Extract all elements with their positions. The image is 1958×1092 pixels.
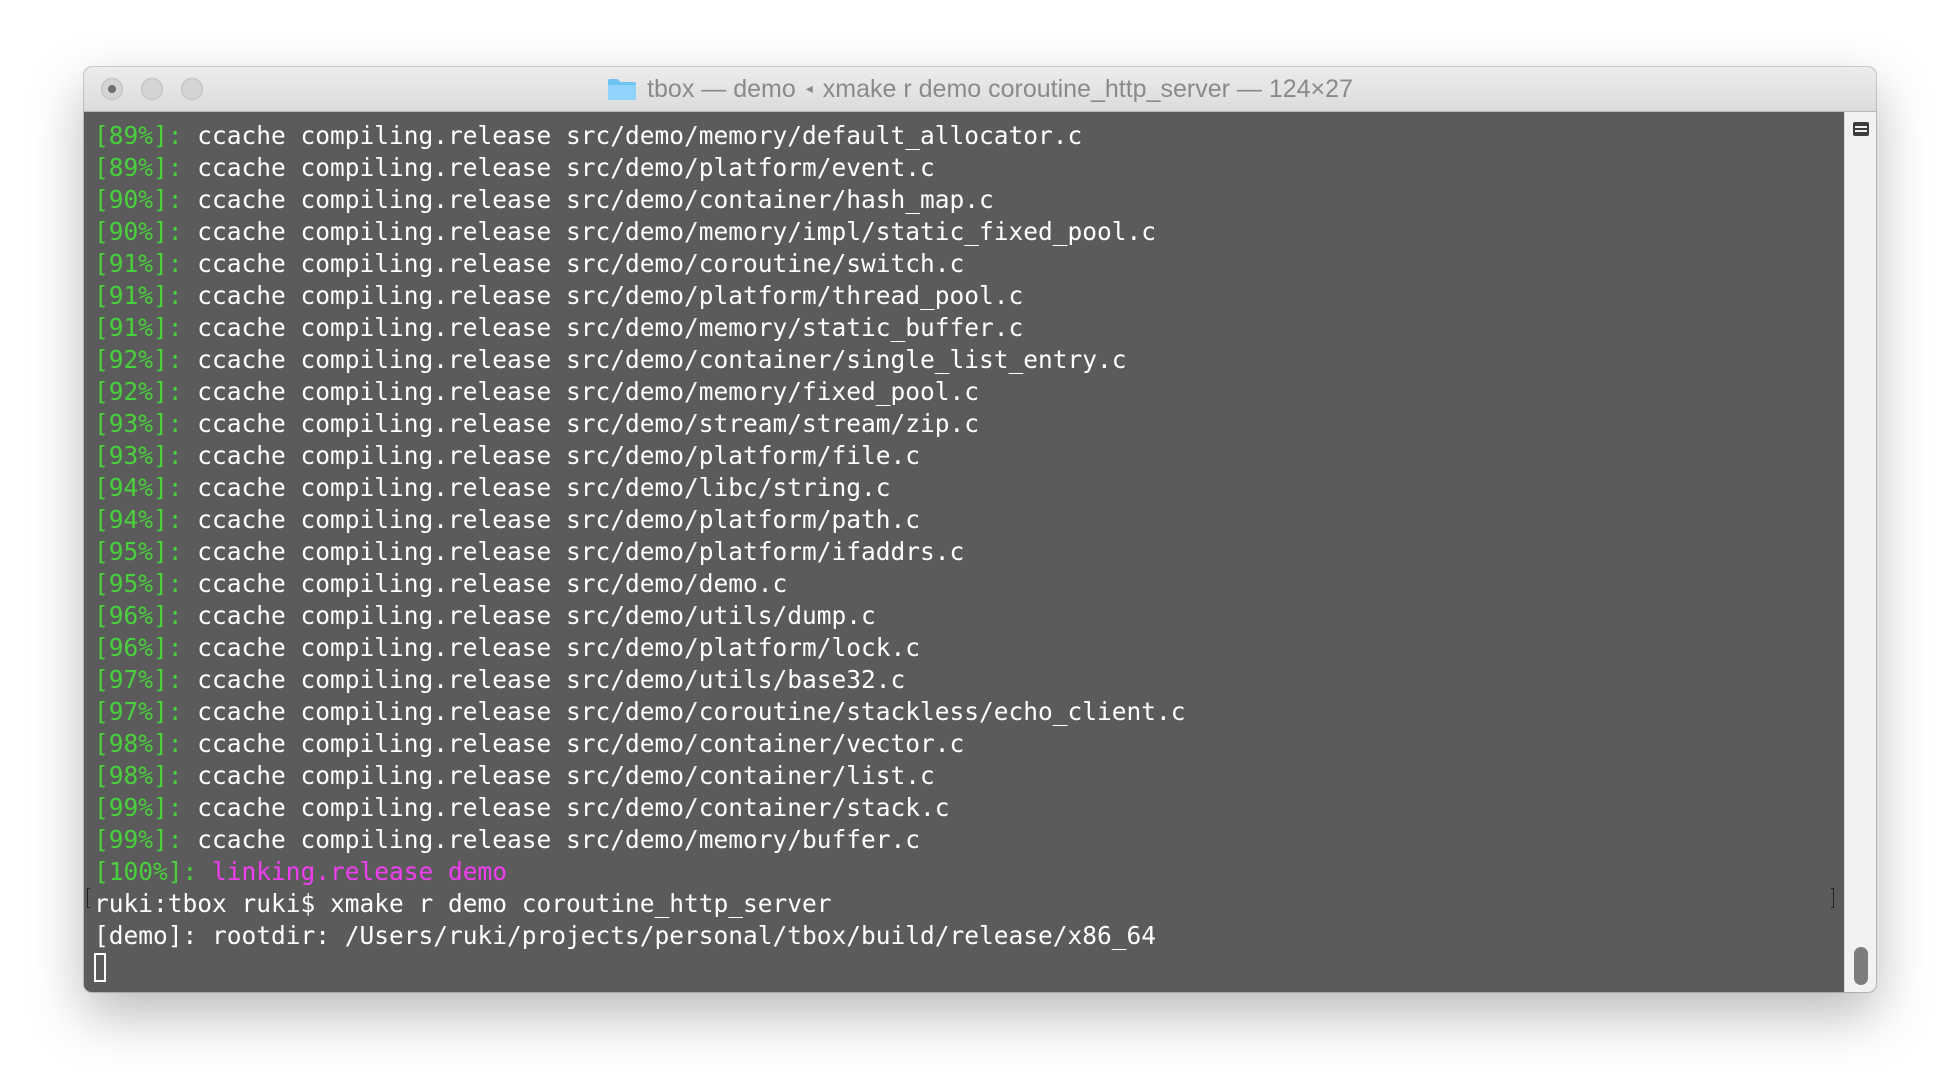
build-line: [94%]: ccache compiling.release src/demo… (94, 504, 1844, 536)
build-line: [98%]: ccache compiling.release src/demo… (94, 760, 1844, 792)
build-step-text: ccache compiling.release src/demo/corout… (182, 249, 965, 278)
build-step-text: ccache compiling.release src/demo/platfo… (182, 281, 1024, 310)
build-step-text: ccache compiling.release src/demo/memory… (182, 377, 980, 406)
folder-icon (607, 78, 637, 101)
progress-percent: [92%]: (94, 377, 183, 406)
output-line: [demo]: rootdir: /Users/ruki/projects/pe… (94, 920, 1844, 952)
progress-percent: [91%]: (94, 249, 183, 278)
build-line: [96%]: ccache compiling.release src/demo… (94, 632, 1844, 664)
progress-percent: [97%]: (94, 697, 183, 726)
title-command: xmake r demo coroutine_http_server — 124… (822, 75, 1353, 103)
build-line: [92%]: ccache compiling.release src/demo… (94, 344, 1844, 376)
build-step-text: ccache compiling.release src/demo/platfo… (182, 153, 935, 182)
build-step-text: ccache compiling.release src/demo/stream… (182, 409, 980, 438)
build-line: [90%]: ccache compiling.release src/demo… (94, 216, 1844, 248)
build-step-text: ccache compiling.release src/demo/utils/… (182, 601, 876, 630)
progress-percent: [96%]: (94, 633, 183, 662)
build-line: [97%]: ccache compiling.release src/demo… (94, 696, 1844, 728)
build-line: [89%]: ccache compiling.release src/demo… (94, 120, 1844, 152)
build-line: [96%]: ccache compiling.release src/demo… (94, 600, 1844, 632)
build-line: [95%]: ccache compiling.release src/demo… (94, 568, 1844, 600)
build-step-text: ccache compiling.release src/demo/memory… (182, 825, 921, 854)
progress-percent: [90%]: (94, 217, 183, 246)
build-step-text: ccache compiling.release src/demo/libc/s… (182, 473, 891, 502)
build-step-text: ccache compiling.release src/demo/utils/… (182, 665, 906, 694)
progress-percent: [94%]: (94, 505, 183, 534)
prompt-mark-left-icon (87, 888, 90, 908)
progress-percent: [99%]: (94, 793, 183, 822)
scrollbar-thumb[interactable] (1854, 947, 1868, 985)
build-line: [98%]: ccache compiling.release src/demo… (94, 728, 1844, 760)
progress-percent: [91%]: (94, 281, 183, 310)
build-step-text: ccache compiling.release src/demo/platfo… (182, 537, 965, 566)
title-bar[interactable]: tbox — demo ◂ xmake r demo coroutine_htt… (84, 67, 1876, 112)
build-line: [93%]: ccache compiling.release src/demo… (94, 408, 1844, 440)
split-pane-icon[interactable] (1853, 122, 1869, 136)
build-step-text: ccache compiling.release src/demo/contai… (182, 185, 994, 214)
progress-percent: [89%]: (94, 121, 183, 150)
terminal-window: tbox — demo ◂ xmake r demo coroutine_htt… (84, 67, 1876, 992)
build-step-text: ccache compiling.release src/demo/memory… (182, 121, 1083, 150)
build-step-text: ccache compiling.release src/demo/contai… (182, 793, 950, 822)
build-step-text: ccache compiling.release src/demo/platfo… (182, 505, 921, 534)
build-line: [95%]: ccache compiling.release src/demo… (94, 536, 1844, 568)
progress-percent: [91%]: (94, 313, 183, 342)
terminal-output[interactable]: [89%]: ccache compiling.release src/demo… (84, 112, 1844, 992)
build-line: [91%]: ccache compiling.release src/demo… (94, 280, 1844, 312)
build-line: [99%]: ccache compiling.release src/demo… (94, 792, 1844, 824)
build-line: [91%]: ccache compiling.release src/demo… (94, 312, 1844, 344)
progress-percent: [92%]: (94, 345, 183, 374)
progress-percent: [100%]: (94, 857, 198, 886)
progress-percent: [98%]: (94, 729, 183, 758)
text-cursor (94, 953, 106, 982)
prompt-line: ruki:tbox ruki$ xmake r demo coroutine_h… (94, 888, 1844, 920)
build-line: [91%]: ccache compiling.release src/demo… (94, 248, 1844, 280)
progress-percent: [95%]: (94, 569, 183, 598)
build-line: [93%]: ccache compiling.release src/demo… (94, 440, 1844, 472)
build-line: [99%]: ccache compiling.release src/demo… (94, 824, 1844, 856)
shell-prompt-command: ruki:tbox ruki$ xmake r demo coroutine_h… (94, 889, 832, 918)
build-line: [97%]: ccache compiling.release src/demo… (94, 664, 1844, 696)
build-line: [94%]: ccache compiling.release src/demo… (94, 472, 1844, 504)
progress-percent: [95%]: (94, 537, 183, 566)
build-step-text: ccache compiling.release src/demo/contai… (182, 761, 935, 790)
build-step-text: ccache compiling.release src/demo/contai… (182, 345, 1127, 374)
progress-percent: [93%]: (94, 409, 183, 438)
build-step-text: ccache compiling.release src/demo/platfo… (182, 633, 921, 662)
build-step-text: ccache compiling.release src/demo/corout… (182, 697, 1186, 726)
progress-percent: [98%]: (94, 761, 183, 790)
build-step-text: ccache compiling.release src/demo/platfo… (182, 441, 921, 470)
progress-percent: [94%]: (94, 473, 183, 502)
title-directory: tbox — demo (647, 75, 796, 103)
progress-percent: [97%]: (94, 665, 183, 694)
link-step-text: linking.release demo (197, 857, 508, 886)
title-separator-icon: ◂ (805, 80, 813, 96)
progress-percent: [99%]: (94, 825, 183, 854)
build-step-text: ccache compiling.release src/demo/contai… (182, 729, 965, 758)
build-step-text: ccache compiling.release src/demo/memory… (182, 313, 1024, 342)
program-output: [demo]: rootdir: /Users/ruki/projects/pe… (94, 921, 1157, 950)
cursor-line (94, 952, 1844, 984)
build-line: [90%]: ccache compiling.release src/demo… (94, 184, 1844, 216)
window-title: tbox — demo ◂ xmake r demo coroutine_htt… (84, 67, 1876, 112)
scrollbar[interactable] (1844, 112, 1876, 992)
progress-percent: [89%]: (94, 153, 183, 182)
progress-percent: [96%]: (94, 601, 183, 630)
build-line: [89%]: ccache compiling.release src/demo… (94, 152, 1844, 184)
link-line: [100%]: linking.release demo (94, 856, 1844, 888)
prompt-mark-right-icon (1831, 888, 1834, 908)
build-line: [92%]: ccache compiling.release src/demo… (94, 376, 1844, 408)
build-step-text: ccache compiling.release src/demo/memory… (182, 217, 1157, 246)
build-step-text: ccache compiling.release src/demo/demo.c (182, 569, 788, 598)
progress-percent: [90%]: (94, 185, 183, 214)
progress-percent: [93%]: (94, 441, 183, 470)
